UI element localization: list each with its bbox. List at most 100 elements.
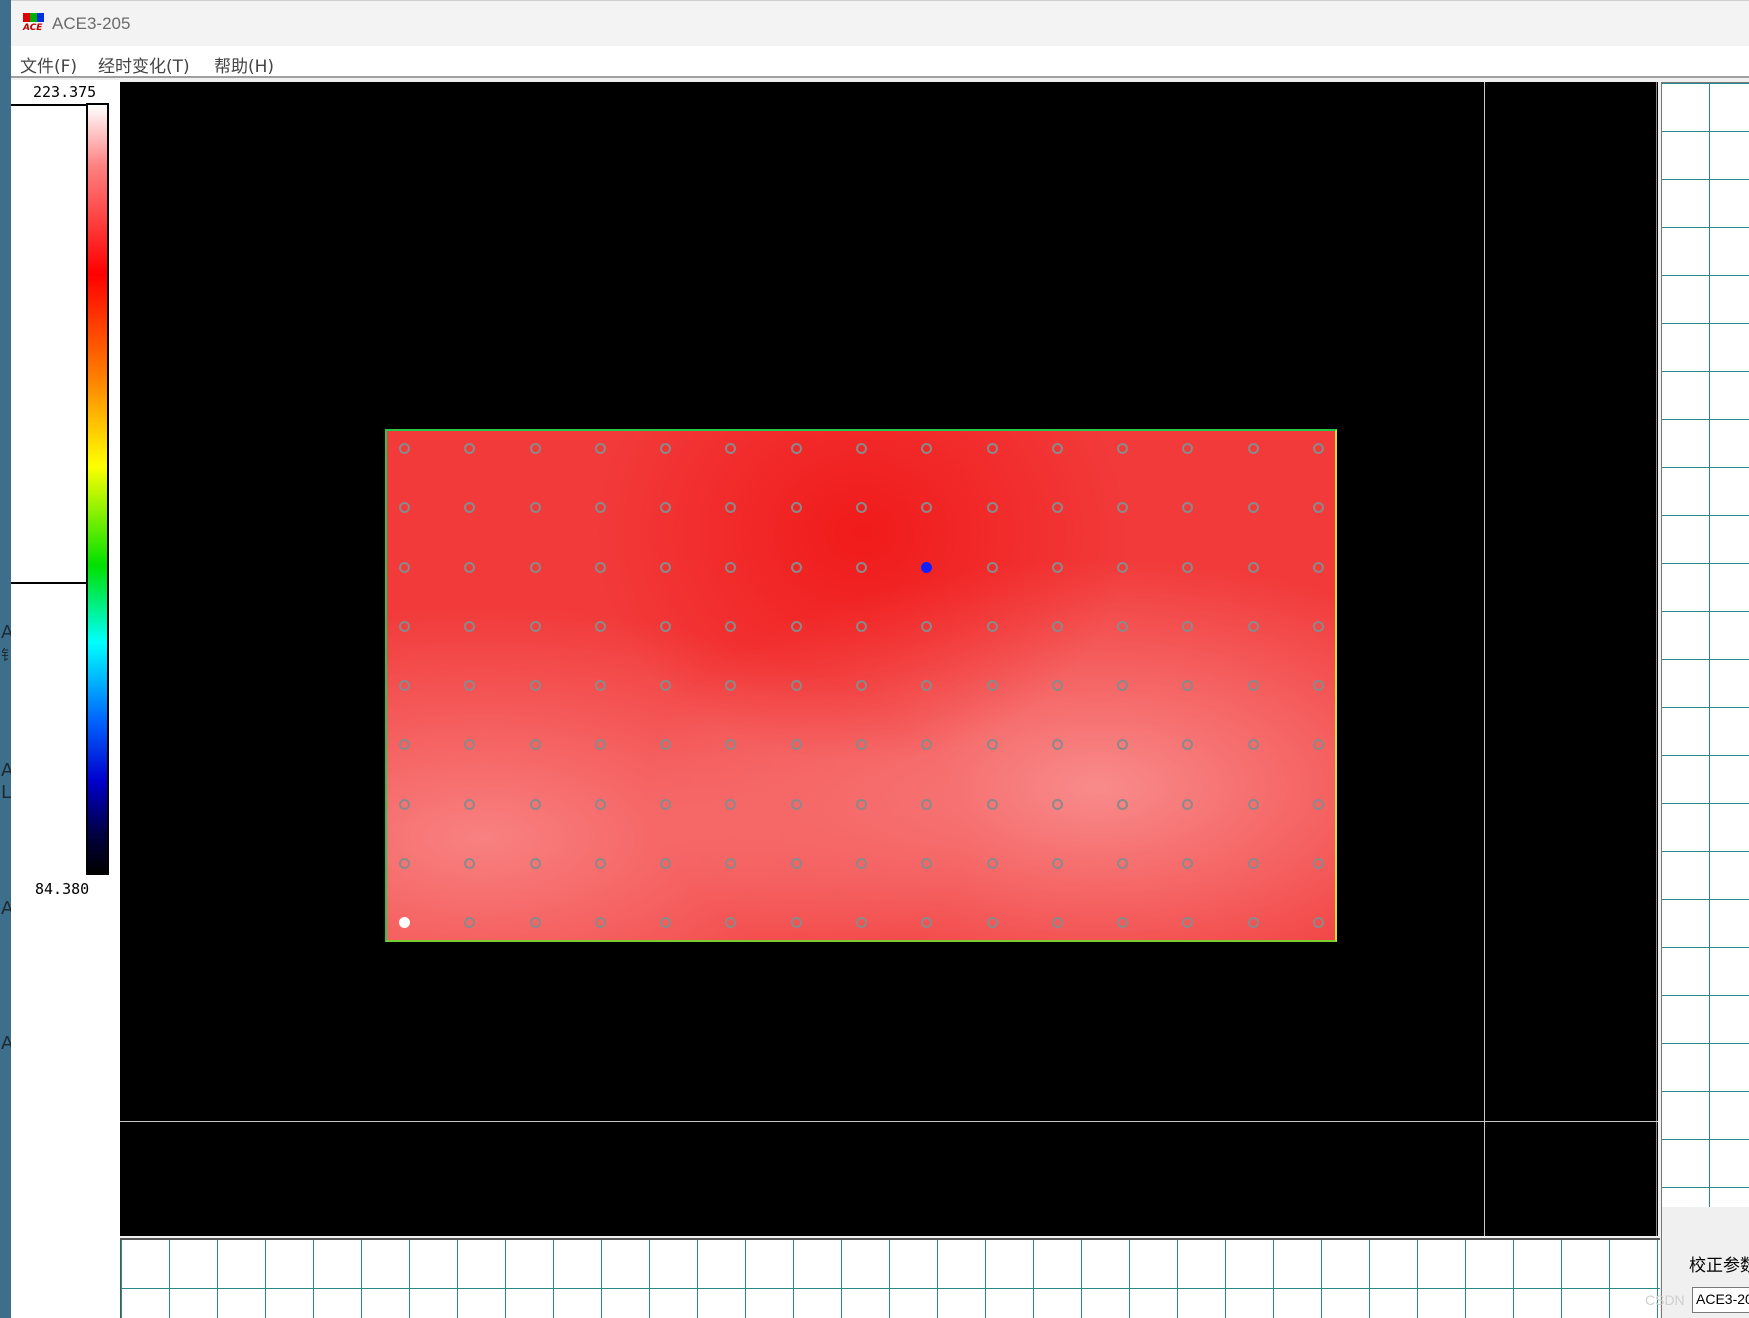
measurement-point[interactable]: [790, 561, 802, 573]
measurement-point[interactable]: [399, 620, 410, 632]
measurement-point[interactable]: [790, 798, 802, 810]
measurement-point[interactable]: [399, 739, 410, 751]
measurement-point[interactable]: [1051, 917, 1063, 928]
measurement-point[interactable]: [856, 917, 867, 928]
measurement-point[interactable]: [399, 561, 410, 573]
measurement-point[interactable]: [1117, 857, 1129, 869]
measurement-point[interactable]: [1182, 502, 1194, 514]
measurement-point[interactable]: [790, 917, 802, 928]
measurement-point[interactable]: [594, 857, 606, 869]
measurement-point[interactable]: [856, 798, 867, 810]
measurement-point[interactable]: [725, 561, 737, 573]
measurement-point[interactable]: [529, 502, 541, 514]
measurement-point[interactable]: [790, 739, 802, 751]
measurement-point[interactable]: [1051, 502, 1063, 514]
measurement-point[interactable]: [594, 917, 606, 928]
measurement-point[interactable]: [725, 620, 737, 632]
measurement-point[interactable]: [856, 857, 867, 869]
measurement-point[interactable]: [660, 917, 672, 928]
measurement-point[interactable]: [594, 443, 606, 454]
measurement-point[interactable]: [986, 561, 998, 573]
thermal-image-viewport[interactable]: [120, 82, 1658, 1236]
measurement-point[interactable]: [529, 798, 541, 810]
measurement-point[interactable]: [921, 680, 933, 691]
measurement-point[interactable]: [790, 502, 802, 514]
measurement-point[interactable]: [399, 680, 410, 691]
measurement-point[interactable]: [1247, 798, 1259, 810]
measurement-point[interactable]: [660, 798, 672, 810]
measurement-point[interactable]: [1182, 443, 1194, 454]
measurement-point[interactable]: [1313, 502, 1324, 514]
measurement-point[interactable]: [921, 857, 933, 869]
measurement-point[interactable]: [1247, 739, 1259, 751]
measurement-point[interactable]: [399, 443, 410, 454]
measurement-point[interactable]: [594, 561, 606, 573]
measurement-point[interactable]: [529, 739, 541, 751]
measurement-point[interactable]: [660, 620, 672, 632]
measurement-point[interactable]: [986, 620, 998, 632]
measurement-point[interactable]: [464, 502, 476, 514]
measurement-point[interactable]: [1313, 917, 1324, 928]
measurement-point[interactable]: [1117, 798, 1129, 810]
measurement-point[interactable]: [1117, 680, 1129, 691]
measurement-point[interactable]: [986, 739, 998, 751]
measurement-point[interactable]: [660, 502, 672, 514]
measurement-point[interactable]: [1051, 443, 1063, 454]
measurement-point[interactable]: [856, 502, 867, 514]
measurement-point[interactable]: [529, 561, 541, 573]
measurement-point[interactable]: [660, 680, 672, 691]
measurement-point[interactable]: [856, 561, 867, 573]
measurement-point[interactable]: [594, 502, 606, 514]
measurement-point[interactable]: [921, 502, 933, 514]
measurement-point[interactable]: [1051, 739, 1063, 751]
measurement-point[interactable]: [594, 798, 606, 810]
measurement-point[interactable]: [1117, 620, 1129, 632]
measurement-point[interactable]: [1117, 739, 1129, 751]
measurement-point[interactable]: [464, 798, 476, 810]
measurement-point[interactable]: [856, 739, 867, 751]
measurement-point[interactable]: [1117, 917, 1129, 928]
measurement-point[interactable]: [921, 620, 933, 632]
measurement-point[interactable]: [1182, 798, 1194, 810]
measurement-point[interactable]: [1313, 561, 1324, 573]
measurement-point[interactable]: [399, 857, 410, 869]
menu-help[interactable]: 帮助(H): [214, 52, 274, 77]
measurement-point[interactable]: [464, 680, 476, 691]
sample-heatmap-region[interactable]: [385, 429, 1337, 942]
measurement-point[interactable]: [856, 620, 867, 632]
measurement-point[interactable]: [986, 502, 998, 514]
measurement-point[interactable]: [529, 620, 541, 632]
measurement-point[interactable]: [986, 680, 998, 691]
measurement-point[interactable]: [1182, 620, 1194, 632]
measurement-point[interactable]: [660, 443, 672, 454]
measurement-point[interactable]: [790, 857, 802, 869]
measurement-point[interactable]: [529, 917, 541, 928]
measurement-point[interactable]: [1182, 857, 1194, 869]
measurement-point[interactable]: [464, 739, 476, 751]
measurement-point[interactable]: [1313, 739, 1324, 751]
measurement-point[interactable]: [921, 917, 933, 928]
measurement-point[interactable]: [986, 917, 998, 928]
measurement-point[interactable]: [1247, 620, 1259, 632]
measurement-point[interactable]: [1051, 798, 1063, 810]
measurement-point[interactable]: [1117, 502, 1129, 514]
scale-cursor-line[interactable]: [11, 582, 87, 584]
measurement-point[interactable]: [1117, 443, 1129, 454]
measurement-point[interactable]: [594, 739, 606, 751]
measurement-point[interactable]: [594, 680, 606, 691]
measurement-point[interactable]: [1247, 857, 1259, 869]
measurement-point[interactable]: [1247, 680, 1259, 691]
measurement-point[interactable]: [790, 620, 802, 632]
measurement-point[interactable]: [790, 680, 802, 691]
measurement-point[interactable]: [1051, 857, 1063, 869]
measurement-point[interactable]: [399, 798, 410, 810]
measurement-point[interactable]: [1313, 857, 1324, 869]
measurement-point[interactable]: [725, 798, 737, 810]
menu-file[interactable]: 文件(F): [20, 52, 77, 77]
measurement-point[interactable]: [464, 443, 476, 454]
selected-measurement-point[interactable]: [921, 561, 933, 573]
measurement-point[interactable]: [856, 443, 867, 454]
measurement-point[interactable]: [790, 443, 802, 454]
measurement-point[interactable]: [660, 739, 672, 751]
measurement-point[interactable]: [464, 620, 476, 632]
